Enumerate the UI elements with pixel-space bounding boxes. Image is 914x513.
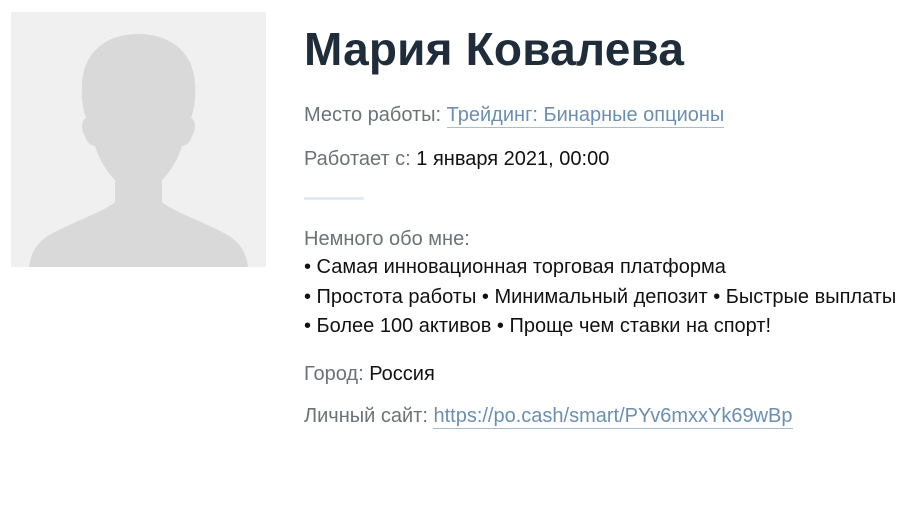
avatar[interactable] — [11, 12, 266, 267]
city-row: Город: Россия — [304, 361, 904, 387]
about-line: • Более 100 активов • Проще чем ставки н… — [304, 315, 772, 337]
site-label: Личный сайт: — [304, 404, 428, 427]
profile-info: Мария Ковалева Место работы: Трейдинг: Б… — [304, 22, 904, 429]
city-value: Россия — [369, 362, 435, 385]
work-label: Место работы: — [304, 104, 442, 126]
since-label: Работает с: — [304, 148, 411, 170]
person-silhouette-icon — [29, 34, 248, 267]
divider — [304, 197, 364, 200]
about-text: • Самая инновационная торговая платформа… — [304, 253, 904, 342]
since-value: 1 января 2021, 00:00 — [416, 148, 610, 170]
about-label: Немного обо мне: — [304, 228, 470, 250]
about-section: Немного обо мне: — [304, 226, 904, 252]
site-row: Личный сайт: https://po.cash/smart/PYv6m… — [304, 403, 904, 429]
work-row: Место работы: Трейдинг: Бинарные опционы — [304, 102, 904, 128]
work-link[interactable]: Трейдинг: Бинарные опционы — [446, 104, 725, 128]
site-link[interactable]: https://po.cash/smart/PYv6mxxYk69wBp — [433, 404, 793, 429]
about-line: • Самая инновационная торговая платформа — [304, 256, 726, 278]
since-row: Работает с: 1 января 2021, 00:00 — [304, 146, 904, 172]
city-label: Город: — [304, 362, 364, 385]
profile-name: Мария Ковалева — [304, 23, 685, 75]
about-line: • Простота работы • Минимальный депозит … — [304, 285, 897, 308]
